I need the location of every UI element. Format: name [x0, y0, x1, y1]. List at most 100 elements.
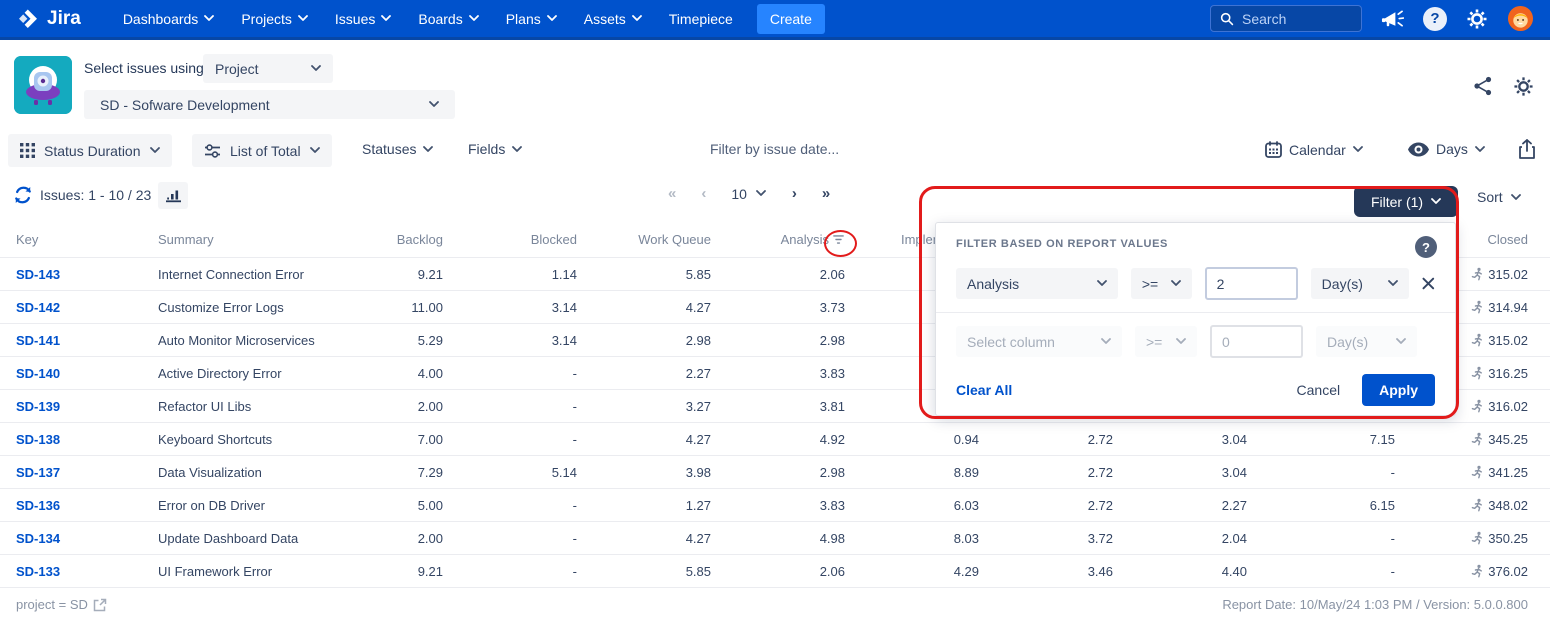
- issue-key-link[interactable]: SD-133: [16, 564, 158, 579]
- prev-page-button[interactable]: ‹: [701, 185, 705, 202]
- column-filter-icon[interactable]: [832, 233, 845, 246]
- col-header-key[interactable]: Key: [16, 232, 158, 247]
- nav-item-boards[interactable]: Boards: [418, 11, 478, 27]
- issue-key-link[interactable]: SD-140: [16, 366, 158, 381]
- col-header-summary[interactable]: Summary: [158, 232, 358, 247]
- issue-key-link[interactable]: SD-134: [16, 531, 158, 546]
- issue-summary: Keyboard Shortcuts: [158, 432, 358, 447]
- jira-logo[interactable]: Jira: [16, 7, 81, 31]
- chevron-down-icon: [150, 147, 160, 154]
- nav-item-assets[interactable]: Assets: [584, 11, 642, 27]
- avatar[interactable]: [1507, 5, 1534, 32]
- duration-cell: -: [1247, 564, 1395, 579]
- calendar-dropdown[interactable]: Calendar: [1265, 141, 1363, 158]
- filter-column-dropdown-2[interactable]: Select column: [956, 326, 1122, 357]
- duration-cell: 3.14: [443, 333, 577, 348]
- chevron-down-icon: [381, 15, 391, 22]
- remove-filter-icon[interactable]: [1422, 277, 1435, 290]
- issue-date-filter-input[interactable]: Filter by issue date...: [710, 141, 839, 157]
- filter-row-2: Select column >= Day(s): [956, 325, 1435, 358]
- apply-button[interactable]: Apply: [1362, 374, 1435, 406]
- issue-key-link[interactable]: SD-136: [16, 498, 158, 513]
- filter-unit-dropdown[interactable]: Day(s): [1311, 268, 1410, 299]
- duration-cell: -: [443, 498, 577, 513]
- share-icon[interactable]: [1473, 76, 1493, 96]
- fields-dropdown[interactable]: Fields: [468, 141, 522, 157]
- filter-unit-value-2: Day(s): [1327, 334, 1368, 350]
- issue-key-link[interactable]: SD-142: [16, 300, 158, 315]
- closed-value: 350.25: [1488, 531, 1528, 546]
- runner-icon: [1470, 366, 1485, 381]
- gear-icon[interactable]: [1466, 8, 1488, 30]
- filter-operator-dropdown[interactable]: >=: [1131, 268, 1192, 299]
- closed-value: 345.25: [1488, 432, 1528, 447]
- issue-key-link[interactable]: SD-141: [16, 333, 158, 348]
- chart-view-button[interactable]: [158, 182, 188, 209]
- nav-item-timepiece[interactable]: Timepiece: [669, 11, 733, 27]
- filter-unit-dropdown-2[interactable]: Day(s): [1316, 326, 1417, 357]
- cancel-button[interactable]: Cancel: [1297, 382, 1341, 398]
- issue-key-link[interactable]: SD-139: [16, 399, 158, 414]
- filter-operator-dropdown-2[interactable]: >=: [1135, 326, 1197, 357]
- grid-icon: [20, 143, 35, 158]
- nav-item-issues[interactable]: Issues: [335, 11, 391, 27]
- issue-source-dropdown[interactable]: Project: [203, 54, 333, 83]
- col-header-blocked[interactable]: Blocked: [443, 232, 577, 247]
- first-page-button[interactable]: «: [668, 185, 675, 202]
- refresh-icon[interactable]: [13, 185, 33, 205]
- closed-cell: 348.02: [1395, 498, 1528, 513]
- search-box[interactable]: [1210, 5, 1362, 32]
- page-size-dropdown[interactable]: 10: [731, 186, 766, 202]
- nav-item-plans[interactable]: Plans: [506, 11, 557, 27]
- filter-value-input-2[interactable]: [1210, 325, 1303, 358]
- filter-popup: FILTER BASED ON REPORT VALUES ? Analysis…: [935, 222, 1456, 416]
- duration-cell: 2.04: [1113, 531, 1247, 546]
- view-mode-dropdown[interactable]: List of Total: [192, 134, 332, 167]
- chevron-down-icon: [311, 65, 321, 72]
- duration-cell: -: [443, 564, 577, 579]
- report-type-dropdown[interactable]: Status Duration: [8, 134, 172, 167]
- col-header-analysis[interactable]: Analysis: [711, 232, 845, 247]
- table-row: SD-137Data Visualization7.295.143.982.98…: [0, 456, 1550, 489]
- duration-cell: -: [443, 366, 577, 381]
- col-header-backlog[interactable]: Backlog: [358, 232, 443, 247]
- duration-cell: -: [1247, 531, 1395, 546]
- filter-button[interactable]: Filter (1): [1354, 186, 1458, 217]
- filter-column-dropdown[interactable]: Analysis: [956, 268, 1118, 299]
- project-dropdown[interactable]: SD - Sofware Development: [84, 90, 455, 119]
- nav-item-label: Dashboards: [123, 11, 199, 27]
- duration-cell: 4.27: [577, 432, 711, 447]
- issue-summary: Update Dashboard Data: [158, 531, 358, 546]
- sort-dropdown[interactable]: Sort: [1477, 189, 1521, 205]
- export-icon[interactable]: [1518, 139, 1536, 159]
- nav-item-projects[interactable]: Projects: [241, 11, 308, 27]
- col-header-work-queue[interactable]: Work Queue: [577, 232, 711, 247]
- issue-summary: Data Visualization: [158, 465, 358, 480]
- chevron-down-icon: [1388, 280, 1398, 287]
- clear-all-link[interactable]: Clear All: [956, 382, 1012, 398]
- settings-gear-icon[interactable]: [1513, 76, 1534, 97]
- jql-query[interactable]: project = SD: [16, 597, 107, 612]
- statuses-dropdown[interactable]: Statuses: [362, 141, 433, 157]
- search-input[interactable]: [1242, 11, 1352, 27]
- units-dropdown[interactable]: Days: [1408, 141, 1485, 157]
- help-icon[interactable]: ?: [1423, 7, 1447, 31]
- issue-key-link[interactable]: SD-138: [16, 432, 158, 447]
- filter-value-input[interactable]: [1205, 267, 1298, 300]
- last-page-button[interactable]: »: [822, 185, 829, 202]
- filter-operator-value: >=: [1142, 276, 1158, 292]
- issue-key-link[interactable]: SD-143: [16, 267, 158, 282]
- create-button[interactable]: Create: [757, 4, 825, 34]
- chevron-down-icon: [1396, 338, 1406, 345]
- next-page-button[interactable]: ›: [792, 185, 796, 202]
- jira-report-page: Jira Dashboards Projects Issues Boards Plans…: [0, 0, 1550, 622]
- megaphone-icon[interactable]: [1381, 8, 1404, 30]
- popup-help-icon[interactable]: ?: [1415, 236, 1437, 258]
- report-toolbar: Status Duration List of Total Statuses F…: [0, 130, 1550, 172]
- duration-cell: 8.89: [845, 465, 979, 480]
- duration-cell: 1.27: [577, 498, 711, 513]
- issue-key-link[interactable]: SD-137: [16, 465, 158, 480]
- nav-item-dashboards[interactable]: Dashboards: [123, 11, 215, 27]
- duration-cell: 3.83: [711, 498, 845, 513]
- duration-cell: 3.04: [1113, 432, 1247, 447]
